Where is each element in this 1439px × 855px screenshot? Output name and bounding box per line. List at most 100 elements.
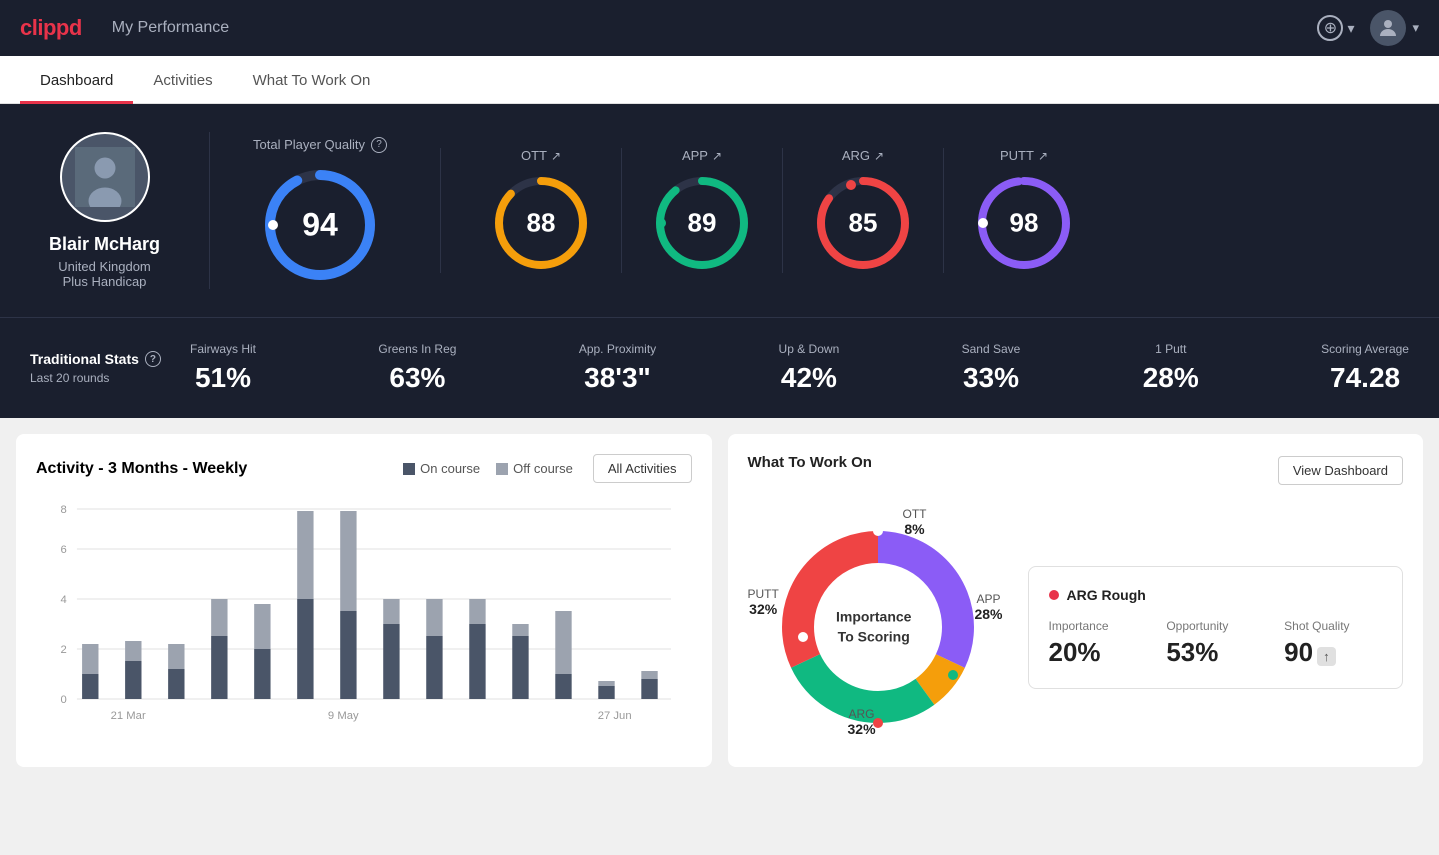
stat-updown-value: 42% xyxy=(781,362,837,394)
trad-stats-title: Traditional Stats ? xyxy=(30,351,190,367)
header: clippd My Performance ⊕ ▾ ▾ xyxy=(0,0,1439,56)
score-ott-ring: 88 xyxy=(491,173,591,273)
stat-fairways: Fairways Hit 51% xyxy=(190,342,256,394)
tab-activities[interactable]: Activities xyxy=(133,56,232,104)
tab-what-to-work-on[interactable]: What To Work On xyxy=(233,56,391,104)
chevron-down-icon: ▾ xyxy=(1347,20,1354,37)
activity-title-text: Activity - 3 Months - Weekly xyxy=(36,460,247,477)
scores-section: Total Player Quality ? 94 OTT xyxy=(210,137,1409,285)
donut-chart: ImportanceTo Scoring OTT 8% APP 28% ARG … xyxy=(748,507,1008,747)
trend-icon: ↗ xyxy=(1038,149,1048,163)
info-icon[interactable]: ? xyxy=(371,137,387,153)
player-handicap: Plus Handicap xyxy=(63,274,147,289)
player-location: United Kingdom xyxy=(58,259,151,274)
score-arg-ring: 85 xyxy=(813,173,913,273)
legend-off-course: Off course xyxy=(496,461,573,476)
all-activities-button[interactable]: All Activities xyxy=(593,454,692,483)
player-info: Blair McHarg United Kingdom Plus Handica… xyxy=(30,132,210,289)
info-card-title: ARG Rough xyxy=(1049,587,1383,603)
score-putt-ring: 98 xyxy=(974,173,1074,273)
bottom-panels: Activity - 3 Months - Weekly On course O… xyxy=(0,418,1439,783)
score-putt: PUTT ↗ 98 xyxy=(944,148,1104,273)
score-arg-value: 85 xyxy=(849,208,878,239)
score-putt-value: 98 xyxy=(1010,208,1039,239)
trad-stats-label: Traditional Stats ? Last 20 rounds xyxy=(30,351,190,385)
total-quality-value: 94 xyxy=(302,206,338,243)
add-icon: ⊕ xyxy=(1317,15,1343,41)
nav-tabs: Dashboard Activities What To Work On xyxy=(0,56,1439,104)
svg-text:2: 2 xyxy=(60,644,66,656)
stat-shot-quality-label: Shot Quality xyxy=(1284,619,1382,633)
donut-center-text: ImportanceTo Scoring xyxy=(836,607,911,646)
total-quality-label: Total Player Quality ? xyxy=(253,137,387,153)
score-ott-value: 88 xyxy=(527,208,556,239)
stat-greens-label: Greens In Reg xyxy=(378,342,456,356)
trend-icon: ↗ xyxy=(712,149,722,163)
info-card-title-text: ARG Rough xyxy=(1067,587,1146,603)
info-card-stats: Importance 20% Opportunity 53% Shot Qual… xyxy=(1049,619,1383,668)
legend-on-course: On course xyxy=(403,461,480,476)
svg-text:6: 6 xyxy=(60,544,66,556)
stat-updown: Up & Down 42% xyxy=(779,342,840,394)
svg-text:27 Jun: 27 Jun xyxy=(598,710,632,722)
donut-label-ott: OTT 8% xyxy=(903,507,927,537)
activity-panel: Activity - 3 Months - Weekly On course O… xyxy=(16,434,712,767)
score-arg: ARG ↗ 85 xyxy=(783,148,944,273)
stat-sandsave-value: 33% xyxy=(963,362,1019,394)
score-arg-label: ARG ↗ xyxy=(842,148,884,163)
trad-stats-values: Fairways Hit 51% Greens In Reg 63% App. … xyxy=(190,342,1409,394)
donut-label-app: APP 28% xyxy=(974,592,1002,622)
stat-greens-value: 63% xyxy=(389,362,445,394)
activity-panel-title: Activity - 3 Months - Weekly xyxy=(36,460,247,478)
stat-proximity: App. Proximity 38'3" xyxy=(579,342,656,394)
wtw-title: What To Work On xyxy=(748,454,872,471)
info-card: ARG Rough Importance 20% Opportunity 53%… xyxy=(1028,566,1404,689)
info-icon[interactable]: ? xyxy=(145,351,161,367)
stat-importance-label: Importance xyxy=(1049,619,1147,633)
chevron-down-icon: ▾ xyxy=(1412,20,1419,36)
trad-stats-period: Last 20 rounds xyxy=(30,371,190,385)
wtw-content: ImportanceTo Scoring OTT 8% APP 28% ARG … xyxy=(748,507,1404,747)
player-avatar xyxy=(60,132,150,222)
stat-shot-quality-value: 90 xyxy=(1284,637,1313,668)
svg-text:21 Mar: 21 Mar xyxy=(111,710,146,722)
score-rings: OTT ↗ 88 APP ↗ xyxy=(440,148,1409,273)
score-putt-label: PUTT ↗ xyxy=(1000,148,1048,163)
activity-header: Activity - 3 Months - Weekly On course O… xyxy=(36,454,692,483)
activity-chart-svg: 0 2 4 6 8 xyxy=(36,499,692,739)
red-dot-icon xyxy=(1049,590,1059,600)
stat-opportunity: Opportunity 53% xyxy=(1166,619,1264,668)
stat-importance: Importance 20% xyxy=(1049,619,1147,668)
stat-oneputt-label: 1 Putt xyxy=(1155,342,1186,356)
stat-greens: Greens In Reg 63% xyxy=(378,342,456,394)
score-ott: OTT ↗ 88 xyxy=(461,148,622,273)
score-app: APP ↗ 89 xyxy=(622,148,783,273)
stat-scoring-label: Scoring Average xyxy=(1321,342,1409,356)
stat-proximity-label: App. Proximity xyxy=(579,342,656,356)
legend-off-course-label: Off course xyxy=(513,461,573,476)
user-menu[interactable]: ▾ xyxy=(1370,10,1419,46)
wtw-panel: What To Work On View Dashboard xyxy=(728,434,1424,767)
stat-shot-quality-badge: ↑ xyxy=(1317,647,1336,666)
add-button[interactable]: ⊕ ▾ xyxy=(1317,15,1354,41)
score-app-label: APP ↗ xyxy=(682,148,722,163)
stat-importance-value: 20% xyxy=(1049,637,1147,668)
svg-text:8: 8 xyxy=(60,504,66,516)
header-title: My Performance xyxy=(112,19,1318,37)
header-actions: ⊕ ▾ ▾ xyxy=(1317,10,1419,46)
tab-dashboard[interactable]: Dashboard xyxy=(20,56,133,104)
score-app-ring: 89 xyxy=(652,173,752,273)
donut-label-arg: ARG 32% xyxy=(848,707,876,737)
svg-text:9 May: 9 May xyxy=(328,710,359,722)
stat-scoring-value: 74.28 xyxy=(1330,362,1400,394)
stat-fairways-label: Fairways Hit xyxy=(190,342,256,356)
svg-text:0: 0 xyxy=(60,694,66,706)
stat-sandsave: Sand Save 33% xyxy=(962,342,1021,394)
player-name: Blair McHarg xyxy=(49,234,160,255)
legend-on-course-color xyxy=(403,463,415,475)
chart-legend: On course Off course xyxy=(403,461,573,476)
stat-shot-quality: Shot Quality 90 ↑ xyxy=(1284,619,1382,668)
stat-scoring: Scoring Average 74.28 xyxy=(1321,342,1409,394)
chart-area: 0 2 4 6 8 xyxy=(36,499,692,739)
view-dashboard-button[interactable]: View Dashboard xyxy=(1278,456,1403,485)
